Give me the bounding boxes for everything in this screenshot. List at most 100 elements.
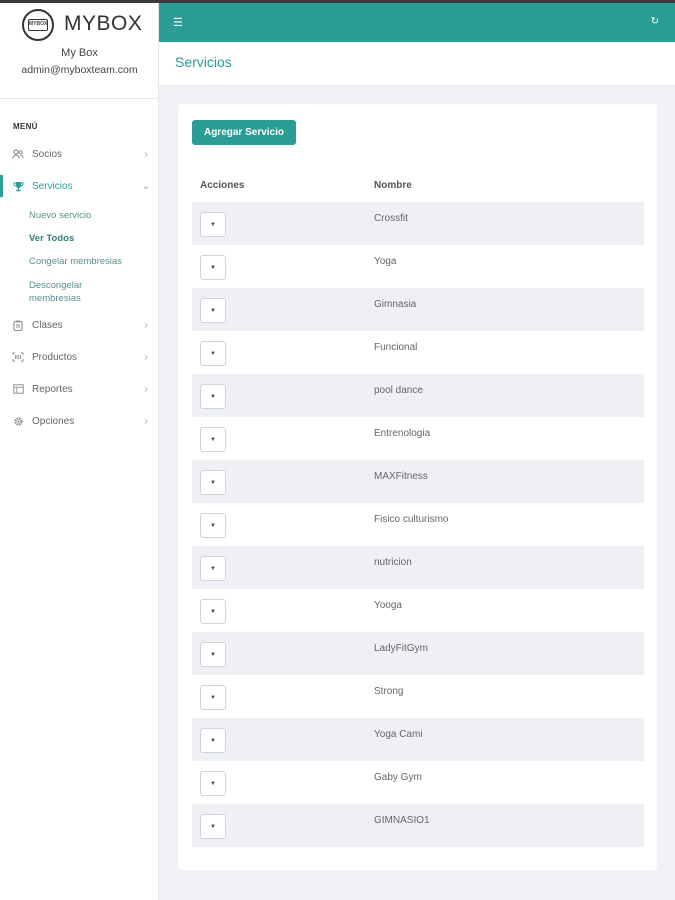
table-row: ▼ pool dance	[192, 374, 644, 417]
sidebar-item-label: Socios	[32, 148, 63, 160]
report-icon	[12, 383, 24, 395]
table-row: ▼ GIMNASIO1	[192, 804, 644, 847]
actions-dropdown-button[interactable]: ▼	[200, 556, 226, 581]
sidebar-item-socios[interactable]: Socios ›	[0, 143, 159, 165]
caret-down-icon: ▼	[210, 651, 216, 658]
user-email: admin@myboxteam.com	[21, 64, 138, 76]
chevron-right-icon: ›	[144, 351, 148, 363]
table-row: ▼ Strong	[192, 675, 644, 718]
caret-down-icon: ▼	[210, 565, 216, 572]
table-row: ▼ Yooga	[192, 589, 644, 632]
actions-dropdown-button[interactable]: ▼	[200, 255, 226, 280]
actions-dropdown-button[interactable]: ▼	[200, 685, 226, 710]
caret-down-icon: ▼	[210, 436, 216, 443]
sidebar-subitem-ver-todos[interactable]: Ver Todos	[29, 232, 149, 245]
actions-dropdown-button[interactable]: ▼	[200, 771, 226, 796]
service-name: nutricion	[374, 557, 412, 568]
brand-header: MYBOX MYBOX My Box admin@myboxteam.com	[0, 3, 159, 99]
hamburger-icon[interactable]: ☰	[173, 16, 183, 29]
table-row: ▼ Gimnasia	[192, 288, 644, 331]
table-row: ▼ Funcional	[192, 331, 644, 374]
add-service-button[interactable]: Agregar Servicio	[192, 120, 296, 145]
trophy-icon	[12, 180, 24, 192]
table-row: ▼ Entrenologia	[192, 417, 644, 460]
service-name: Crossfit	[374, 213, 408, 224]
actions-dropdown-button[interactable]: ▼	[200, 728, 226, 753]
caret-down-icon: ▼	[210, 350, 216, 357]
service-name: Strong	[374, 686, 404, 697]
caret-down-icon: ▼	[210, 522, 216, 529]
service-name: Yooga	[374, 600, 402, 611]
service-name: Gaby Gym	[374, 772, 422, 783]
service-name: pool dance	[374, 385, 423, 396]
service-name: Gimnasia	[374, 299, 417, 310]
actions-dropdown-button[interactable]: ▼	[200, 298, 226, 323]
table-row: ▼ Yoga Cami	[192, 718, 644, 761]
actions-dropdown-button[interactable]: ▼	[200, 642, 226, 667]
caret-down-icon: ▼	[210, 479, 216, 486]
table-row: ▼ Yoga	[192, 245, 644, 288]
gear-icon	[12, 415, 24, 427]
clipboard-icon	[12, 319, 24, 331]
service-name: MAXFitness	[374, 471, 428, 482]
brand-name: MYBOX	[64, 12, 143, 35]
sidebar-subitem-congelar-membresias[interactable]: Congelar membresias	[29, 255, 149, 268]
chevron-right-icon: ›	[144, 383, 148, 395]
sidebar-subitem-nuevo-servicio[interactable]: Nuevo servicio	[29, 209, 149, 222]
table-row: ▼ Gaby Gym	[192, 761, 644, 804]
page-header: Servicios	[159, 42, 675, 86]
column-header-name: Nombre	[374, 180, 412, 191]
caret-down-icon: ▼	[210, 694, 216, 701]
actions-dropdown-button[interactable]: ▼	[200, 212, 226, 237]
sidebar-item-label: Servicios	[32, 180, 73, 192]
chevron-right-icon: ›	[144, 415, 148, 427]
actions-dropdown-button[interactable]: ▼	[200, 384, 226, 409]
top-bar: ☰ ↻	[159, 3, 675, 42]
caret-down-icon: ▼	[210, 393, 216, 400]
sidebar-item-servicios[interactable]: Servicios ⌄	[0, 175, 159, 197]
column-header-actions: Acciones	[200, 180, 245, 191]
menu-title: MENÚ	[13, 122, 38, 131]
actions-dropdown-button[interactable]: ▼	[200, 341, 226, 366]
caret-down-icon: ▼	[210, 737, 216, 744]
service-name: Fisico culturismo	[374, 514, 449, 525]
table-row: ▼ nutricion	[192, 546, 644, 589]
page-title: Servicios	[175, 54, 232, 70]
users-icon	[12, 148, 24, 160]
service-name: GIMNASIO1	[374, 815, 430, 826]
table-row: ▼ Crossfit	[192, 202, 644, 245]
actions-dropdown-button[interactable]: ▼	[200, 814, 226, 839]
sidebar-item-clases[interactable]: Clases ›	[0, 314, 159, 336]
refresh-icon[interactable]: ↻	[651, 16, 659, 27]
actions-dropdown-button[interactable]: ▼	[200, 599, 226, 624]
sidebar-item-reportes[interactable]: Reportes ›	[0, 378, 159, 400]
actions-dropdown-button[interactable]: ▼	[200, 427, 226, 452]
service-name: Yoga Cami	[374, 729, 423, 740]
sidebar-item-label: Opciones	[32, 415, 75, 427]
sidebar-item-opciones[interactable]: Opciones ›	[0, 410, 159, 432]
table-row: ▼ Fisico culturismo	[192, 503, 644, 546]
box-name: My Box	[61, 47, 98, 59]
sidebar-subitem-descongelar-membresias[interactable]: Descongelar membresias	[29, 279, 119, 305]
caret-down-icon: ▼	[210, 780, 216, 787]
actions-dropdown-button[interactable]: ▼	[200, 513, 226, 538]
logo-text: MYBOX	[28, 19, 48, 31]
service-name: Funcional	[374, 342, 418, 353]
caret-down-icon: ▼	[210, 823, 216, 830]
services-card: Agregar Servicio Acciones Nombre ▼ Crossf…	[178, 104, 657, 870]
chevron-right-icon: ›	[144, 319, 148, 331]
service-name: LadyFitGym	[374, 643, 428, 654]
sidebar-item-label: Reportes	[32, 383, 73, 395]
caret-down-icon: ▼	[210, 307, 216, 314]
caret-down-icon: ▼	[210, 264, 216, 271]
chevron-down-icon: ⌄	[141, 180, 151, 192]
sidebar-item-productos[interactable]: Productos ›	[0, 346, 159, 368]
table-row: ▼ MAXFitness	[192, 460, 644, 503]
table-row: ▼ LadyFitGym	[192, 632, 644, 675]
barcode-icon	[12, 351, 24, 363]
caret-down-icon: ▼	[210, 221, 216, 228]
sidebar-item-label: Productos	[32, 351, 78, 363]
sidebar-item-label: Clases	[32, 319, 63, 331]
sidebar: MYBOX MYBOX My Box admin@myboxteam.com M…	[0, 3, 159, 900]
actions-dropdown-button[interactable]: ▼	[200, 470, 226, 495]
